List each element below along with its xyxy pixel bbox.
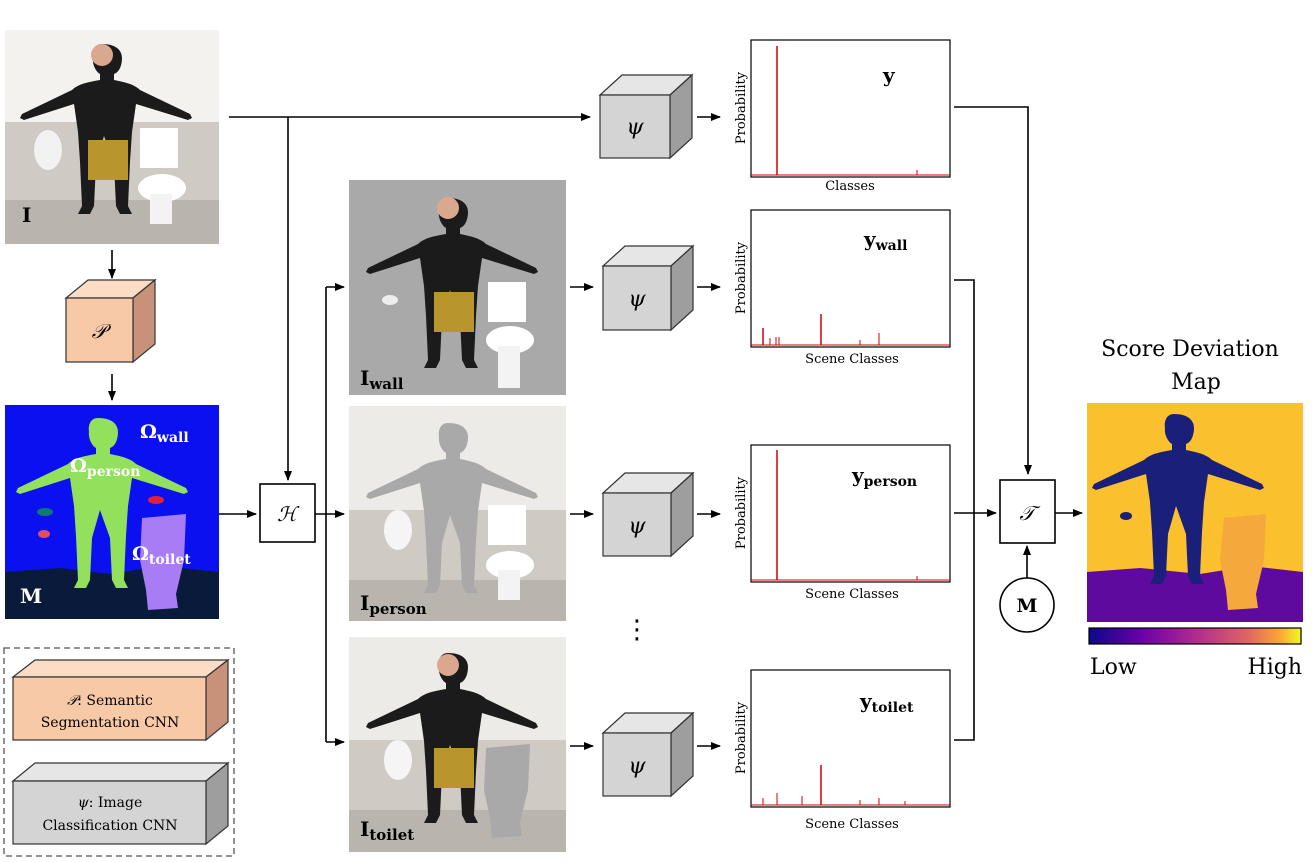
histogram-chart-y-person: [750, 444, 951, 583]
legend-classifier-line-1: ψ: Image: [78, 795, 143, 811]
chart-4-ylabel: Probability: [734, 701, 749, 774]
classifier-symbol-4: ψ: [628, 754, 646, 779]
masked-image-wall: [349, 180, 566, 395]
legend-segmentation-line-1: 𝒫: Semantic: [67, 693, 153, 709]
chart-1-xlabel: Classes: [825, 179, 875, 194]
chart-3-ylabel: Probability: [734, 476, 749, 549]
mask-label: M: [20, 584, 42, 608]
classifier-symbol-3: ψ: [628, 514, 646, 539]
legend-segmentation-line-2: Segmentation CNN: [41, 715, 180, 731]
masked-image-toilet: [349, 637, 566, 852]
colorbar-low-label: Low: [1090, 655, 1137, 680]
input-image-label: I: [22, 203, 31, 227]
chart-1-ylabel: Probability: [734, 71, 749, 144]
output-title-line-1: Score Deviation: [1101, 337, 1279, 362]
histogram-chart-y-wall: [750, 209, 951, 348]
chart-2-ylabel: Probability: [734, 241, 749, 314]
output-title-line-2: Map: [1171, 370, 1221, 395]
classifier-cube-2: [601, 244, 695, 332]
score-deviation-map: [1087, 403, 1303, 622]
ellipsis: ⋮: [624, 615, 650, 645]
segmentation-cnn-box: [64, 278, 157, 364]
colorbar-high-label: High: [1248, 655, 1302, 680]
classifier-cube-4: [601, 711, 695, 798]
hiding-symbol: ℋ: [277, 502, 300, 526]
chart-3-xlabel: Scene Classes: [805, 587, 899, 602]
pipeline-diagram: I 𝒫 Ωwall Ωperson Ωtoilet M ℋ Iwall Iper…: [3, 30, 1303, 857]
colorbar: [1088, 627, 1302, 645]
chart-2-xlabel: Scene Classes: [805, 352, 899, 367]
histogram-chart-y-toilet: [750, 669, 951, 808]
mask-node-label: M: [1016, 595, 1037, 617]
legend-classifier-line-2: Classification CNN: [42, 818, 177, 834]
input-image: [5, 30, 219, 244]
chart-4-xlabel: Scene Classes: [805, 817, 899, 832]
chart-1-label: y: [882, 63, 896, 87]
classifier-symbol-2: ψ: [628, 287, 646, 312]
masked-image-person: [349, 406, 566, 621]
histogram-chart-y: [750, 39, 951, 178]
classifier-cube-3: [601, 471, 695, 558]
classifier-symbol-1: ψ: [626, 115, 644, 140]
classifier-cube-1: [598, 73, 694, 160]
